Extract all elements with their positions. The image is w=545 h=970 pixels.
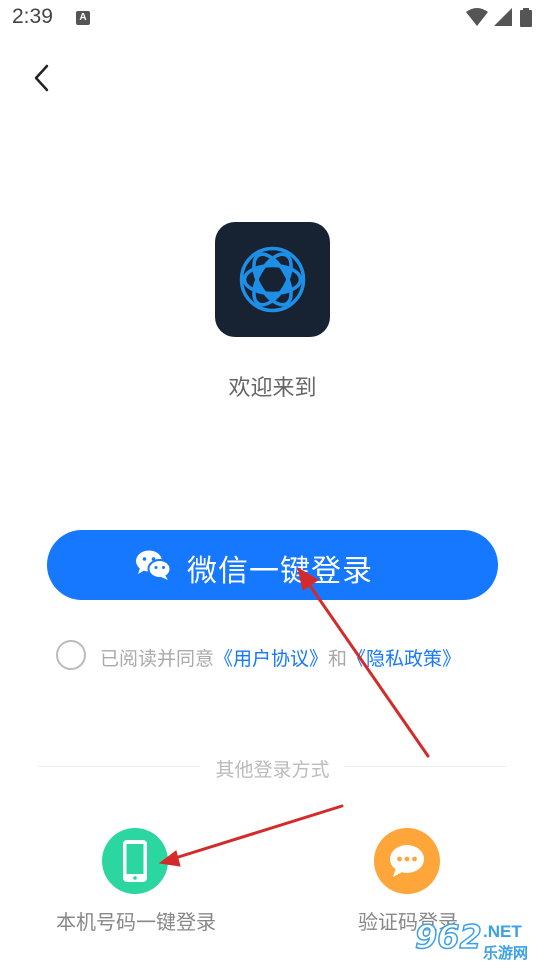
watermark-number: 962 [414,917,482,957]
agreement-checkbox[interactable] [56,640,86,670]
agreement-conjunction: 和 [328,648,348,670]
phone-login-button[interactable] [102,828,168,894]
wechat-icon [136,550,171,580]
status-bar: 2:39 A [0,0,545,36]
watermark-suffix: .NET [483,922,522,941]
status-time: 2:39 [12,5,53,28]
agreement-prefix: 已阅读并同意 [100,648,215,670]
watermark-site: 乐游网 [483,944,529,962]
privacy-policy-link[interactable]: 《隐私政策》 [347,648,461,670]
app-logo [215,222,330,337]
other-login-title: 其他登录方式 [215,759,330,781]
site-watermark: 962 .NET 乐游网 [414,917,540,966]
chevron-left-icon [34,64,49,92]
app-logo-icon [239,246,306,313]
wechat-login-button[interactable]: 微信一键登录 [47,530,498,600]
chat-bubble-icon [390,845,424,877]
user-agreement-link[interactable]: 《用户协议》 [214,648,328,670]
welcome-text: 欢迎来到 [228,376,317,401]
battery-icon [520,8,532,27]
phone-login-option[interactable]: 本机号码一键登录 [41,828,231,938]
back-button[interactable] [28,60,58,96]
signal-icon [494,8,512,26]
wechat-login-label: 微信一键登录 [187,555,373,588]
status-icons [466,8,532,27]
wifi-icon [466,8,488,26]
sms-login-button[interactable] [374,828,440,894]
notification-badge: A [76,11,90,25]
agreement-row: 已阅读并同意《用户协议》和《隐私政策》 [56,640,526,672]
phone-icon [123,840,147,882]
annotation-arrows [158,566,430,867]
phone-login-label: 本机号码一键登录 [56,910,216,934]
agreement-text: 已阅读并同意《用户协议》和《隐私政策》 [100,644,461,671]
